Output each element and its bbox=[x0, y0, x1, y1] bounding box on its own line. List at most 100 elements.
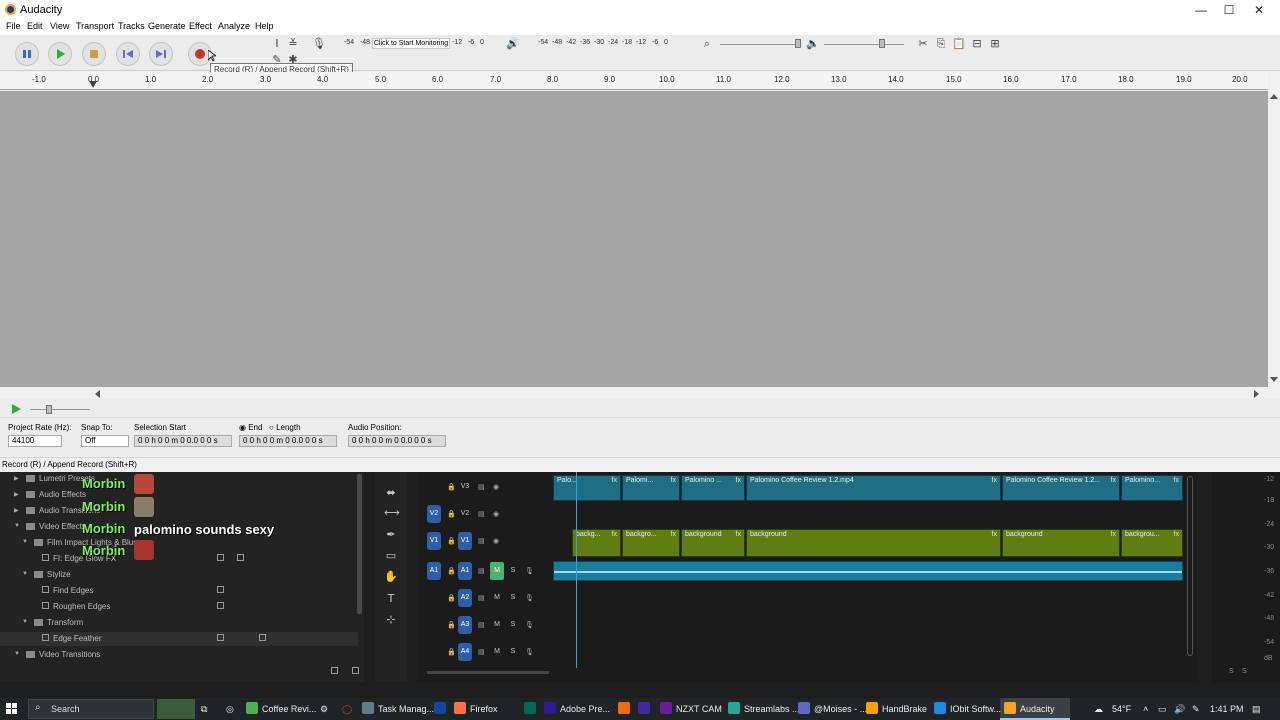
microphone-icon[interactable]: 🎙 bbox=[525, 648, 534, 656]
hand-tool-icon[interactable]: ✋ bbox=[384, 570, 398, 584]
collapse-arrow-icon[interactable]: ▶ bbox=[14, 475, 19, 482]
sync-lock-icon[interactable]: ▤ bbox=[478, 594, 485, 602]
mute-button[interactable]: M bbox=[490, 643, 504, 661]
playback-speaker-icon[interactable]: 🔊 bbox=[506, 37, 520, 51]
eye-icon[interactable]: ◉ bbox=[493, 510, 499, 518]
type-tool-icon[interactable]: T bbox=[384, 592, 398, 606]
scroll-left-icon[interactable] bbox=[94, 390, 100, 398]
sync-lock-icon[interactable]: ▤ bbox=[478, 510, 485, 518]
solo-left-button[interactable]: S bbox=[1229, 668, 1234, 675]
menu-file[interactable]: File bbox=[6, 21, 21, 31]
video-clip[interactable]: Palomino Coffee Review 1.2.mp4 fx bbox=[746, 475, 1001, 501]
tray-chevron-icon[interactable]: ˄ bbox=[1143, 702, 1148, 716]
lock-icon[interactable]: 🔒 bbox=[447, 621, 456, 629]
playback-volume-slider[interactable] bbox=[824, 44, 904, 45]
taskbar-app-task-manager[interactable]: Task Manag... bbox=[362, 702, 434, 716]
sync-lock-icon[interactable]: ▤ bbox=[478, 483, 485, 491]
expand-arrow-icon[interactable]: ▼ bbox=[14, 523, 20, 529]
collapse-arrow-icon[interactable]: ▶ bbox=[14, 507, 19, 514]
volume-icon[interactable]: 🔊 bbox=[1174, 702, 1185, 716]
playback-volume-thumb[interactable] bbox=[879, 39, 885, 48]
effects-folder-video-transitions[interactable]: Video Transitions bbox=[26, 650, 100, 659]
menu-analyze[interactable]: Analyze bbox=[218, 21, 250, 31]
solo-button[interactable]: S bbox=[506, 589, 520, 607]
selection-tool-icon[interactable]: I bbox=[270, 37, 284, 51]
effects-folder-stylize[interactable]: Stylize bbox=[34, 570, 71, 579]
length-radio[interactable]: ○ Length bbox=[269, 423, 301, 432]
lock-icon[interactable]: 🔒 bbox=[447, 483, 456, 491]
expand-arrow-icon[interactable]: ▼ bbox=[22, 571, 28, 577]
microphone-icon[interactable]: 🎙 bbox=[525, 621, 534, 629]
lock-icon[interactable]: 🔒 bbox=[447, 648, 456, 656]
pen-tool-icon[interactable]: ✒ bbox=[384, 528, 398, 542]
new-bin-icon[interactable] bbox=[331, 667, 338, 674]
track-v2-target[interactable]: V2 bbox=[427, 505, 441, 523]
skip-to-end-button[interactable] bbox=[149, 42, 173, 66]
settings-icon[interactable]: ⚙ bbox=[320, 702, 328, 716]
menu-tracks[interactable]: Tracks bbox=[118, 21, 145, 31]
premiere-alt-icon[interactable] bbox=[638, 702, 654, 716]
taskbar-app-coffee-review[interactable]: Coffee Revi... bbox=[246, 702, 316, 716]
taskbar-app-handbrake[interactable]: HandBrake bbox=[866, 702, 927, 716]
expand-arrow-icon[interactable]: ▼ bbox=[22, 539, 28, 545]
weather-icon[interactable]: ☁ bbox=[1094, 702, 1103, 716]
solo-button[interactable]: S bbox=[506, 562, 520, 580]
taskbar-app-premiere[interactable]: Adobe Pre... bbox=[544, 702, 610, 716]
sync-lock-icon[interactable]: ▤ bbox=[478, 567, 485, 575]
project-rate-select[interactable]: 44100 bbox=[8, 435, 62, 447]
task-view-icon[interactable]: ⧉ bbox=[201, 702, 207, 716]
skip-to-start-button[interactable] bbox=[116, 42, 140, 66]
audio-clip[interactable] bbox=[553, 561, 1183, 581]
minimize-button[interactable]: — bbox=[1186, 2, 1216, 18]
opera-icon[interactable]: ◯ bbox=[342, 702, 352, 716]
notifications-icon[interactable]: ▤ bbox=[1252, 702, 1261, 716]
sync-lock-icon[interactable]: ▤ bbox=[478, 621, 485, 629]
menu-effect[interactable]: Effect bbox=[189, 21, 212, 31]
vertical-scrollbar[interactable] bbox=[1268, 91, 1280, 387]
selection-end-field[interactable]: 0 0 h 0 0 m 0 0.0 0 0 s bbox=[239, 435, 337, 447]
horizontal-scrollbar[interactable] bbox=[0, 387, 1268, 399]
solo-button[interactable]: S bbox=[506, 616, 520, 634]
video-clip[interactable]: backgrou... fx bbox=[1121, 529, 1183, 557]
rectangle-tool-icon[interactable]: ▭ bbox=[384, 549, 398, 563]
microphone-icon[interactable]: 🎙 bbox=[525, 594, 534, 602]
stop-button[interactable] bbox=[82, 42, 106, 66]
chrome-icon[interactable]: ◎ bbox=[226, 702, 234, 716]
envelope-tool-icon[interactable]: ≚ bbox=[286, 37, 300, 51]
audio-position-field[interactable]: 0 0 h 0 0 m 0 0.0 0 0 s bbox=[348, 435, 446, 447]
playhead-line[interactable] bbox=[576, 472, 577, 668]
video-clip[interactable]: Palomino... fx bbox=[1121, 475, 1183, 501]
eye-icon[interactable]: ◉ bbox=[493, 537, 499, 545]
timeline-ruler[interactable]: -1.0 0.0 1.0 2.0 3.0 4.0 5.0 6.0 7.0 8.0… bbox=[0, 72, 1268, 90]
maximize-button[interactable]: ☐ bbox=[1214, 2, 1244, 18]
track-a1-label[interactable]: A1 bbox=[458, 562, 472, 580]
timeline-vertical-scrollbar[interactable] bbox=[1187, 476, 1193, 656]
video-clip[interactable]: Palo... fx bbox=[553, 475, 621, 501]
taskbar-app-audacity[interactable]: Audacity bbox=[1004, 702, 1055, 716]
effects-folder-audio-effects[interactable]: Audio Effects bbox=[26, 490, 86, 499]
video-clip[interactable]: backg... fx bbox=[572, 529, 621, 557]
menu-view[interactable]: View bbox=[50, 21, 69, 31]
taskbar-app-nzxt-cam[interactable]: NZXT CAM bbox=[660, 702, 722, 716]
network-icon[interactable]: ▭ bbox=[1158, 702, 1167, 716]
track-a1-target[interactable]: A1 bbox=[427, 562, 441, 580]
lock-icon[interactable]: 🔒 bbox=[447, 510, 456, 518]
menu-transport[interactable]: Transport bbox=[76, 21, 114, 31]
taskbar-app-moises[interactable]: @Moises - ... bbox=[798, 702, 867, 716]
taskbar-app-streamlabs[interactable]: Streamlabs ... bbox=[728, 702, 800, 716]
effects-folder-video-effects[interactable]: Video Effects bbox=[26, 522, 86, 531]
lock-icon[interactable]: 🔒 bbox=[447, 567, 456, 575]
language-icon[interactable]: ✎ bbox=[1192, 702, 1200, 716]
selection-start-field[interactable]: 0 0 h 0 0 m 0 0.0 0 0 s bbox=[134, 435, 232, 447]
scroll-right-icon[interactable] bbox=[1254, 390, 1260, 398]
track-select-icon[interactable]: ⊹ bbox=[384, 613, 398, 627]
paste-icon[interactable]: 📋 bbox=[952, 37, 966, 51]
menu-edit[interactable]: Edit bbox=[27, 21, 43, 31]
video-clip[interactable]: background fx bbox=[681, 529, 745, 557]
sync-lock-icon[interactable]: ▤ bbox=[478, 648, 485, 656]
menu-help[interactable]: Help bbox=[255, 21, 274, 31]
effect-roughen-edges[interactable]: Roughen Edges bbox=[42, 602, 110, 611]
taskbar-app-firefox[interactable]: Firefox bbox=[454, 702, 498, 716]
solo-right-button[interactable]: S bbox=[1242, 668, 1247, 675]
play-speed-slider[interactable] bbox=[30, 409, 90, 410]
